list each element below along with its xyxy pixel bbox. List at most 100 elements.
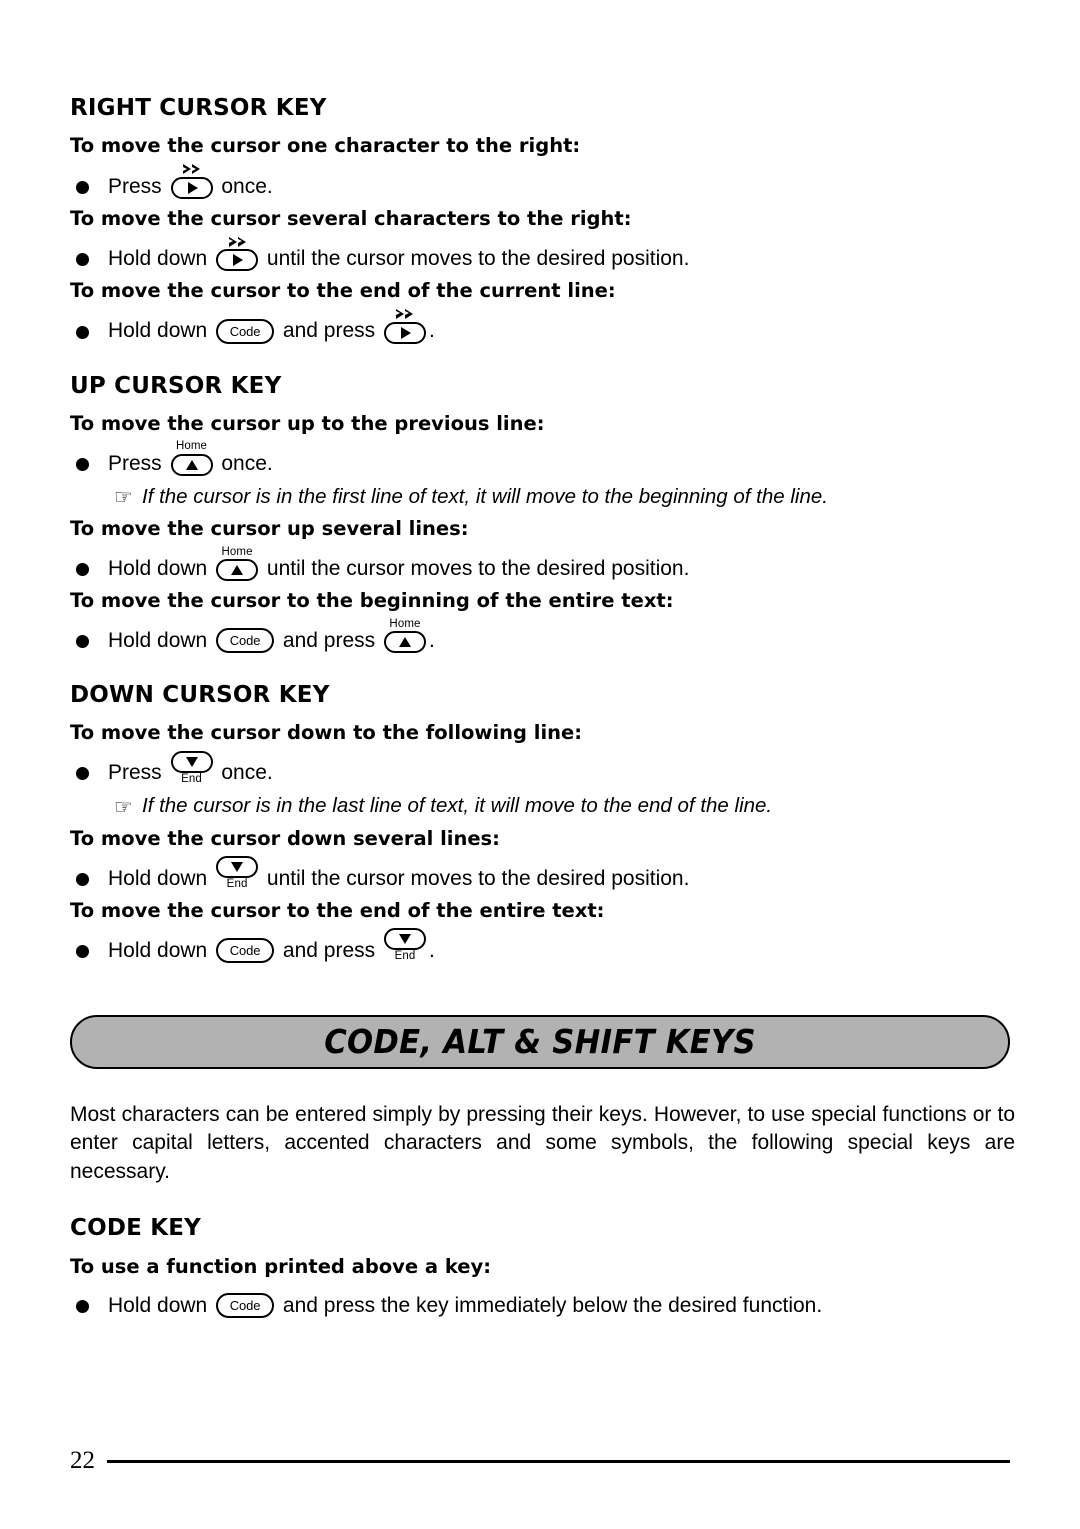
page-footer: 22	[70, 1448, 1010, 1473]
key-oval	[170, 176, 213, 199]
footer-divider	[107, 1460, 1010, 1463]
instruction-text-post: until the cursor moves to the desired po…	[261, 557, 690, 581]
up-triangle-icon	[398, 637, 411, 648]
key-oval	[383, 928, 426, 951]
subheading-move-up-several-lines: To move the cursor up several lines:	[70, 517, 469, 541]
down-arrow-key-icon: End	[170, 750, 213, 786]
bullet-dot-icon	[70, 555, 108, 581]
instruction-row: Hold down Code and press .	[70, 309, 1010, 344]
subheading-move-beginning-entire-text: To move the cursor to the beginning of t…	[70, 589, 674, 613]
bullet-dot-icon	[70, 450, 108, 476]
key-top-label: Home	[221, 545, 253, 558]
instruction-row: Hold down until the cursor moves to the …	[70, 236, 1010, 272]
right-arrow-key-icon	[216, 236, 259, 272]
instruction-text-mid: and press	[277, 629, 381, 653]
instruction-text-post: until the cursor moves to the desired po…	[261, 866, 690, 890]
instruction-row: Press once.	[70, 164, 1010, 199]
subheading-move-up-previous-line: To move the cursor up to the previous li…	[70, 411, 545, 435]
chapter-banner: CODE, ALT & SHIFT KEYS	[70, 1014, 1010, 1069]
instruction-row: Hold down Code and press End .	[70, 928, 1010, 963]
instruction-body: Hold down Code and press .	[108, 309, 1010, 344]
down-arrow-key-icon: End	[216, 856, 259, 891]
instruction-text-pre: Press	[108, 174, 168, 198]
note-row: ☞ If the cursor is in the last line of t…	[70, 794, 1010, 818]
code-key-label: Code	[229, 633, 261, 649]
instruction-text-mid: and press	[277, 319, 381, 343]
instruction-text-post: once.	[215, 451, 273, 475]
section-heading-code-key: CODE KEY	[70, 1215, 202, 1242]
bullet-dot-icon	[70, 318, 108, 344]
right-arrow-key-icon	[383, 309, 426, 344]
subheading-move-several-chars-right: To move the cursor several characters to…	[70, 206, 632, 230]
pointing-hand-icon: ☞	[114, 795, 133, 819]
key-oval: Code	[216, 318, 275, 344]
instruction-text-pre: Press	[108, 761, 168, 785]
bullet-dot-icon	[70, 1292, 108, 1318]
key-oval	[170, 750, 213, 773]
instruction-body: Hold down Code and press the key immedia…	[108, 1293, 1010, 1319]
instruction-body: Press Home once.	[108, 441, 1010, 476]
instruction-text-pre: Hold down	[108, 247, 214, 270]
instruction-body: Hold down End until the cursor moves to …	[108, 856, 1010, 891]
subheading-use-function-above-key: To use a function printed above a key:	[70, 1254, 492, 1278]
instruction-text-post: once.	[215, 174, 273, 198]
code-key-label: Code	[229, 942, 261, 958]
right-arrow-key-icon	[170, 164, 213, 199]
instruction-text-post: .	[428, 938, 435, 962]
key-top-label: Home	[389, 617, 421, 630]
instruction-body: Hold down Code and press End .	[108, 928, 1010, 963]
up-arrow-key-icon: Home	[216, 545, 259, 582]
instruction-text-post: .	[428, 629, 435, 653]
key-oval: Code	[216, 1293, 275, 1319]
section-heading-up-cursor-key: UP CURSOR KEY	[70, 372, 282, 399]
key-oval	[383, 321, 426, 344]
instruction-body: Hold down until the cursor moves to the …	[108, 236, 1010, 272]
up-triangle-icon	[231, 565, 244, 576]
key-bottom-label: End	[394, 950, 416, 963]
down-arrow-key-icon: End	[383, 928, 426, 963]
key-oval: Code	[216, 937, 275, 963]
instruction-text-pre: Hold down	[108, 629, 214, 653]
bullet-dot-icon	[70, 245, 108, 271]
up-arrow-key-icon: Home	[170, 440, 213, 476]
down-triangle-icon	[398, 934, 411, 945]
down-triangle-icon	[185, 756, 198, 767]
bullet-dot-icon	[70, 173, 108, 199]
chapter-banner-title: CODE, ALT & SHIFT KEYS	[324, 1022, 756, 1062]
instruction-row: Press End once.	[70, 750, 1010, 786]
right-triangle-icon	[233, 254, 244, 267]
bullet-dot-icon	[70, 937, 108, 963]
instruction-text-pre: Hold down	[108, 557, 214, 581]
subheading-move-down-following-line: To move the cursor down to the following…	[70, 721, 583, 745]
instruction-row: Hold down Code and press Home .	[70, 617, 1010, 654]
code-key-label: Code	[229, 1298, 261, 1314]
key-oval	[216, 559, 259, 582]
code-key-label: Code	[229, 323, 261, 339]
subheading-move-end-entire-text: To move the cursor to the end of the ent…	[70, 898, 605, 922]
instruction-text-post: until the cursor moves to the desired po…	[261, 247, 690, 270]
key-bottom-label: End	[226, 878, 248, 891]
right-triangle-icon	[400, 326, 411, 339]
instruction-row: Hold down End until the cursor moves to …	[70, 856, 1010, 891]
instruction-text-pre: Hold down	[108, 866, 214, 890]
instruction-text-pre: Hold down	[108, 319, 214, 343]
subheading-move-down-several-lines: To move the cursor down several lines:	[70, 826, 500, 850]
key-oval	[216, 856, 259, 879]
instruction-text-pre: Press	[108, 451, 168, 475]
bullet-dot-icon	[70, 865, 108, 891]
section-heading-down-cursor-key: DOWN CURSOR KEY	[70, 682, 330, 709]
key-bottom-label: End	[181, 772, 202, 785]
subheading-move-one-char-right: To move the cursor one character to the …	[70, 134, 581, 158]
bullet-dot-icon	[70, 627, 108, 653]
section-heading-right-cursor-key: RIGHT CURSOR KEY	[70, 95, 327, 121]
instruction-body: Press End once.	[108, 750, 1010, 786]
key-top-label: Home	[175, 440, 208, 453]
instruction-text-post: .	[428, 319, 435, 343]
page-number: 22	[70, 1447, 95, 1474]
instruction-body: Hold down Home until the cursor moves to…	[108, 545, 1010, 582]
fast-forward-marks-icon	[183, 164, 201, 175]
instruction-body: Hold down Code and press Home .	[108, 617, 1010, 654]
code-key-icon: Code	[216, 1293, 275, 1319]
key-oval	[216, 249, 259, 272]
instruction-text-pre: Hold down	[108, 1294, 214, 1318]
